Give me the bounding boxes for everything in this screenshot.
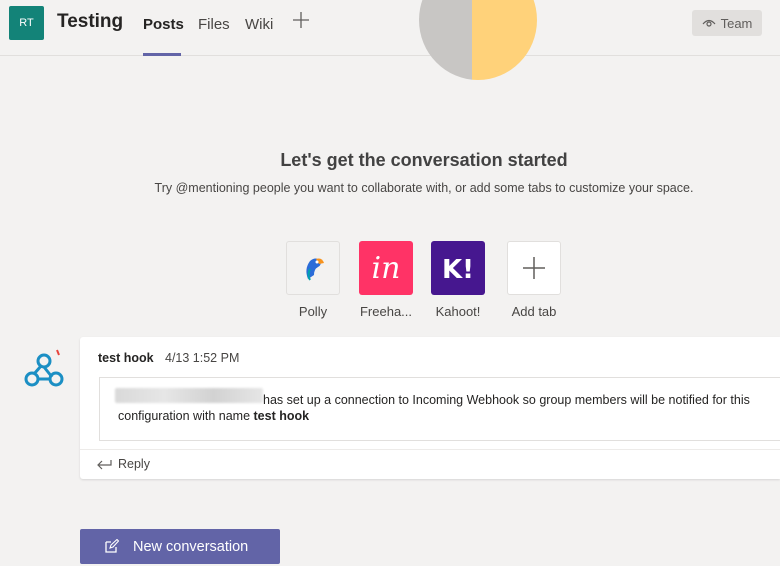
svg-text:in: in	[372, 251, 401, 286]
message-text: has set up a connection to Incoming Webh…	[118, 392, 768, 424]
polly-parrot-icon	[286, 241, 340, 295]
welcome-title: Let's get the conversation started	[280, 150, 568, 170]
tab-wiki[interactable]: Wiki	[245, 16, 273, 33]
channel-header: RT Testing Posts Files Wiki Team	[0, 0, 780, 56]
app-tile-polly[interactable]: Polly	[278, 241, 348, 319]
tab-posts[interactable]: Posts	[143, 16, 184, 33]
app-tile-add-tab[interactable]: Add tab	[499, 241, 569, 319]
compose-icon	[105, 539, 119, 553]
channel-title: Testing	[57, 11, 124, 32]
app-label-polly: Polly	[298, 304, 328, 319]
reply-arrow-icon	[97, 460, 112, 470]
new-conversation-label: New conversation	[133, 538, 249, 555]
active-tab-indicator	[143, 53, 181, 56]
tab-files[interactable]: Files	[198, 16, 230, 33]
card-divider	[80, 449, 780, 450]
add-tab-button[interactable]	[290, 11, 312, 33]
configuration-name: test hook	[253, 409, 310, 423]
webhook-icon	[24, 349, 64, 387]
app-label-add-tab: Add tab	[511, 304, 557, 319]
welcome-subtitle: Try @mentioning people you want to colla…	[154, 181, 694, 195]
plus-icon	[293, 12, 309, 28]
message-sender[interactable]: test hook	[98, 351, 154, 365]
message-card: test hook 4/13 1:52 PM has set up a conn…	[80, 337, 780, 479]
reply-label: Reply	[118, 457, 150, 471]
welcome-illustration	[419, 0, 537, 80]
app-tile-kahoot[interactable]: K! Kahoot!	[423, 241, 493, 319]
invision-icon: in	[359, 241, 413, 295]
app-label-freehand: Freeha...	[359, 304, 413, 319]
team-avatar[interactable]: RT	[9, 6, 44, 40]
plus-icon	[507, 241, 561, 295]
team-button-label: Team	[720, 15, 753, 31]
reply-button[interactable]: Reply	[96, 457, 150, 471]
message-text-prefix: has set up a connection to Incoming Webh…	[118, 393, 750, 423]
new-conversation-button[interactable]: New conversation	[80, 529, 280, 564]
svg-text:K!: K!	[442, 255, 474, 285]
eye-icon	[702, 19, 716, 27]
app-label-kahoot: Kahoot!	[435, 304, 481, 319]
message-body: has set up a connection to Incoming Webh…	[99, 377, 780, 441]
message-timestamp: 4/13 1:52 PM	[165, 351, 240, 365]
team-button[interactable]: Team	[692, 10, 762, 36]
app-tile-freehand[interactable]: in Freeha...	[351, 241, 421, 319]
kahoot-icon: K!	[431, 241, 485, 295]
